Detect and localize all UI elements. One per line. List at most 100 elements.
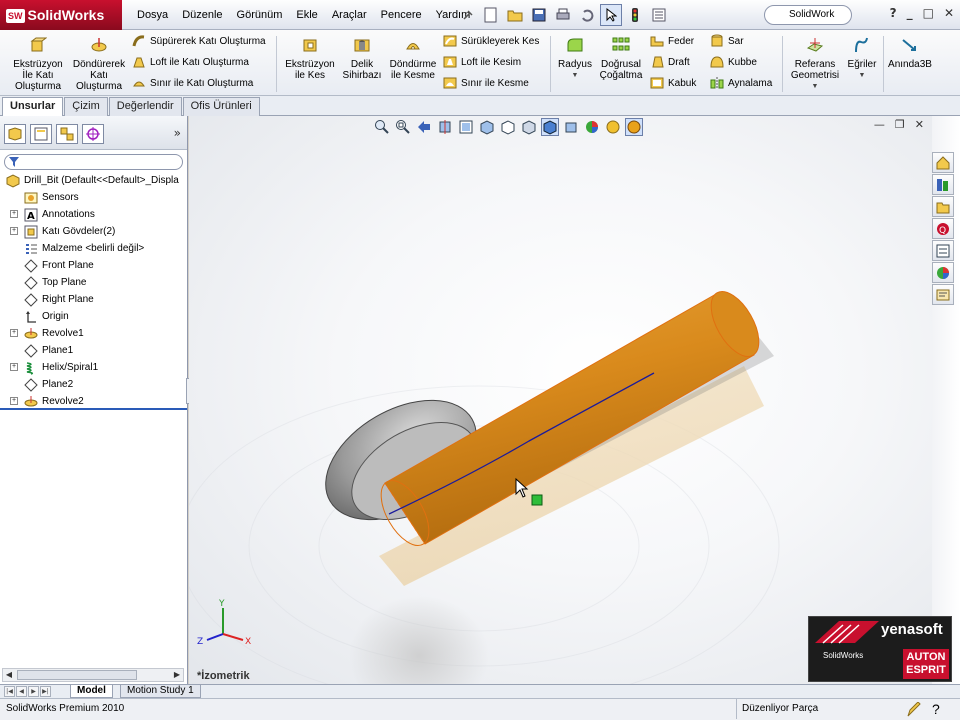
scroll-left-icon[interactable]: ◀ bbox=[3, 669, 15, 681]
expand-icon[interactable]: + bbox=[10, 210, 18, 218]
close-button[interactable]: ✕ bbox=[944, 6, 954, 20]
new-document-icon[interactable] bbox=[480, 4, 502, 26]
rebuild-icon[interactable] bbox=[624, 4, 646, 26]
menu-duzenle[interactable]: Düzenle bbox=[182, 9, 222, 21]
tree-item-top-plane[interactable]: Top Plane bbox=[0, 274, 187, 291]
tree-item-annotations[interactable]: + A Annotations bbox=[0, 206, 187, 223]
wrap-button[interactable]: Sar bbox=[710, 33, 744, 49]
tree-horizontal-scrollbar[interactable]: ◀ ▶ bbox=[2, 668, 184, 682]
boundary-cut-button[interactable]: Sınır ile Kesme bbox=[443, 75, 529, 91]
display-style-shaded-icon[interactable] bbox=[541, 118, 559, 136]
expand-icon[interactable]: + bbox=[10, 329, 18, 337]
tab-model[interactable]: Model bbox=[70, 685, 113, 698]
tree-item-plane2[interactable]: Plane2 bbox=[0, 376, 187, 393]
undo-icon[interactable] bbox=[576, 4, 598, 26]
pin-icon[interactable] bbox=[461, 8, 475, 22]
menu-gorunum[interactable]: Görünüm bbox=[237, 9, 283, 21]
tab-degerlendir[interactable]: Değerlendir bbox=[108, 97, 182, 116]
appearances-icon[interactable] bbox=[932, 262, 954, 283]
last-tab-icon[interactable]: ▶| bbox=[40, 686, 51, 697]
selection-handle[interactable] bbox=[531, 494, 543, 506]
tab-unsurlar[interactable]: Unsurlar bbox=[2, 97, 64, 116]
graphics-viewport[interactable]: Y X Z — ❐ ✕ *İzometrik bbox=[189, 116, 932, 684]
app-logo[interactable]: SW SolidWorks bbox=[0, 0, 122, 30]
dropdown-arrow-icon[interactable]: ▼ bbox=[555, 70, 595, 81]
select-cursor-icon[interactable] bbox=[600, 4, 622, 26]
options-icon[interactable] bbox=[648, 4, 670, 26]
edit-appearance-icon[interactable] bbox=[583, 118, 601, 136]
tree-item-revolve1[interactable]: + Revolve1 bbox=[0, 325, 187, 342]
revolve-boss-button[interactable]: Döndürerek Katı Oluşturma bbox=[70, 36, 128, 92]
rib-button[interactable]: Feder bbox=[650, 33, 694, 49]
menu-pencere[interactable]: Pencere bbox=[381, 9, 422, 21]
mirror-button[interactable]: Aynalama bbox=[710, 75, 772, 91]
save-icon[interactable] bbox=[528, 4, 550, 26]
revolve-cut-button[interactable]: Döndürme ile Kesme bbox=[386, 36, 440, 81]
prev-tab-icon[interactable]: ◀ bbox=[16, 686, 27, 697]
display-style-hidden-icon[interactable] bbox=[520, 118, 538, 136]
help-button[interactable]: ? bbox=[890, 6, 897, 20]
sweep-boss-button[interactable]: Süpürerek Katı Oluşturma bbox=[132, 33, 266, 49]
dimxpert-tab-icon[interactable] bbox=[82, 124, 104, 144]
realview-icon[interactable] bbox=[625, 118, 643, 136]
expand-icon[interactable]: + bbox=[10, 227, 18, 235]
tree-item-material[interactable]: Malzeme <belirli değil> bbox=[0, 240, 187, 257]
extrude-boss-button[interactable]: Ekstrüzyon İle Katı Oluşturma bbox=[8, 36, 68, 92]
dropdown-arrow-icon[interactable]: ▼ bbox=[788, 81, 842, 92]
previous-view-icon[interactable] bbox=[415, 118, 433, 136]
tree-item-plane1[interactable]: Plane1 bbox=[0, 342, 187, 359]
next-tab-icon[interactable]: ▶ bbox=[28, 686, 39, 697]
maximize-button[interactable]: □ bbox=[923, 6, 934, 20]
loft-boss-button[interactable]: Loft ile Katı Oluşturma bbox=[132, 54, 249, 70]
hole-wizard-button[interactable]: Delik Sihirbazı bbox=[340, 36, 384, 81]
rebuild-status-icon[interactable] bbox=[906, 702, 922, 718]
feature-tree-tab-icon[interactable] bbox=[4, 124, 26, 144]
sweep-cut-button[interactable]: Sürükleyerek Kes bbox=[443, 33, 539, 49]
open-folder-icon[interactable] bbox=[504, 4, 526, 26]
configuration-tab-icon[interactable] bbox=[56, 124, 78, 144]
linear-pattern-button[interactable]: Doğrusal Çoğaltma bbox=[598, 36, 644, 81]
menu-dosya[interactable]: Dosya bbox=[137, 9, 168, 21]
property-manager-tab-icon[interactable] bbox=[30, 124, 52, 144]
dropdown-arrow-icon[interactable]: ▼ bbox=[844, 70, 880, 81]
dome-button[interactable]: Kubbe bbox=[710, 54, 757, 70]
expand-icon[interactable]: + bbox=[10, 397, 18, 405]
tab-cizim[interactable]: Çizim bbox=[64, 97, 108, 116]
scroll-right-icon[interactable]: ▶ bbox=[171, 669, 183, 681]
model-canvas[interactable]: Y X Z bbox=[189, 116, 932, 684]
search-results-icon[interactable]: Q bbox=[932, 218, 954, 239]
draft-button[interactable]: Draft bbox=[650, 54, 690, 70]
menu-araclar[interactable]: Araçlar bbox=[332, 9, 367, 21]
print-icon[interactable] bbox=[552, 4, 574, 26]
design-library-icon[interactable] bbox=[932, 174, 954, 195]
section-view-icon[interactable] bbox=[436, 118, 454, 136]
minimize-button[interactable]: _ bbox=[907, 6, 913, 20]
tree-filter-input[interactable] bbox=[4, 154, 183, 170]
apply-scene-icon[interactable] bbox=[604, 118, 622, 136]
zoom-to-area-icon[interactable] bbox=[394, 118, 412, 136]
boundary-boss-button[interactable]: Sınır ile Katı Oluşturma bbox=[132, 75, 253, 91]
custom-properties-icon[interactable] bbox=[932, 284, 954, 305]
extrude-cut-button[interactable]: Ekstrüzyon ile Kes bbox=[282, 36, 338, 81]
tree-item-front-plane[interactable]: Front Plane bbox=[0, 257, 187, 274]
tree-item-solid-bodies[interactable]: + Katı Gövdeler(2) bbox=[0, 223, 187, 240]
search-input[interactable]: SolidWork bbox=[764, 5, 852, 25]
help-status-icon[interactable]: ? bbox=[932, 699, 940, 719]
tree-root-part[interactable]: Drill_Bit (Default<<Default>_Displa bbox=[0, 172, 187, 189]
loft-cut-button[interactable]: Loft ile Kesim bbox=[443, 54, 521, 70]
scroll-thumb[interactable] bbox=[17, 670, 137, 680]
curves-button[interactable]: Eğriler ▼ bbox=[844, 36, 880, 81]
solidworks-resources-icon[interactable] bbox=[932, 152, 954, 173]
fillet-button[interactable]: Radyus ▼ bbox=[555, 36, 595, 81]
reference-geometry-button[interactable]: Referans Geometrisi ▼ bbox=[788, 36, 842, 92]
display-style-wireframe-icon[interactable] bbox=[499, 118, 517, 136]
dynamic-annotation-icon[interactable] bbox=[457, 118, 475, 136]
tree-item-helix-spiral1[interactable]: + Helix/Spiral1 bbox=[0, 359, 187, 376]
hide-show-items-icon[interactable] bbox=[562, 118, 580, 136]
viewport-close-button[interactable]: ✕ bbox=[915, 118, 924, 131]
tab-ofis-urunleri[interactable]: Ofis Ürünleri bbox=[182, 97, 260, 116]
first-tab-icon[interactable]: |◀ bbox=[4, 686, 15, 697]
tree-item-right-plane[interactable]: Right Plane bbox=[0, 291, 187, 308]
viewport-minimize-button[interactable]: — bbox=[874, 118, 885, 131]
file-explorer-icon[interactable] bbox=[932, 196, 954, 217]
